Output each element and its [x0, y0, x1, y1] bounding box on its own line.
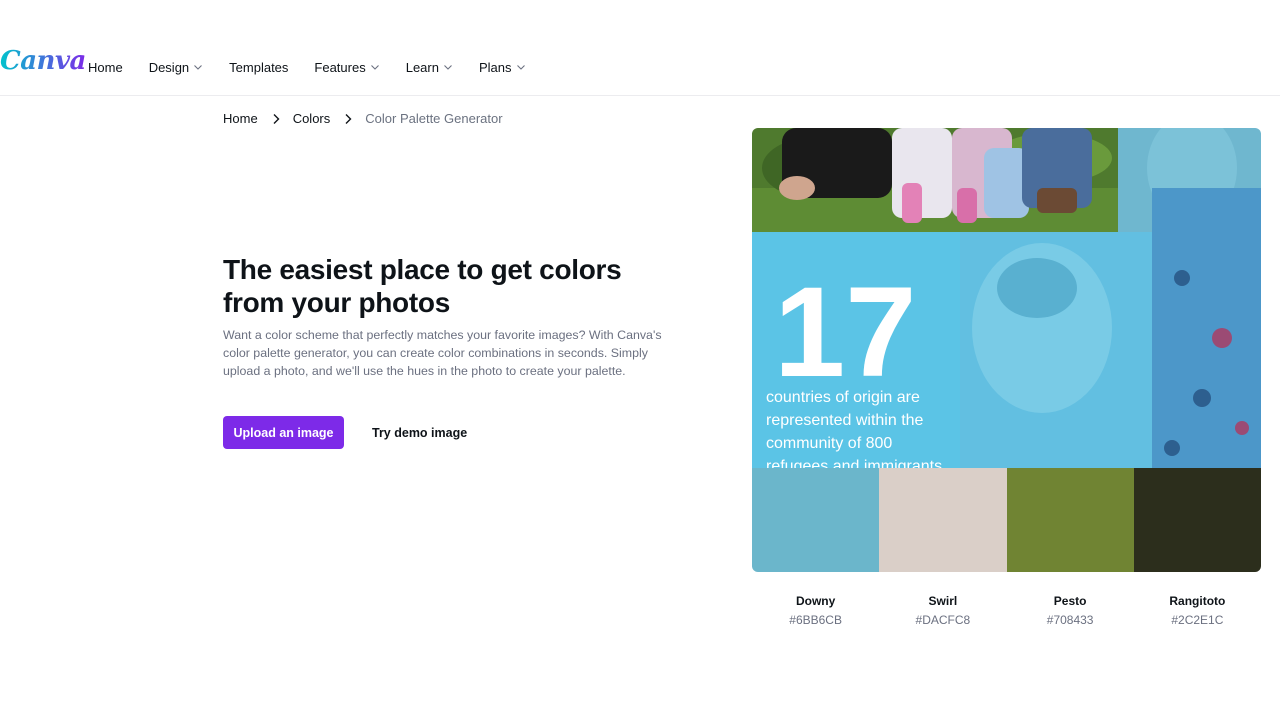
- chevron-right-icon: [273, 113, 280, 124]
- nav-menu: Home Design Templates Features Learn Pla…: [88, 58, 552, 76]
- color-hex[interactable]: #708433: [1007, 611, 1134, 629]
- swatch-downy[interactable]: [752, 468, 880, 572]
- color-name: Rangitoto: [1169, 594, 1226, 608]
- chevron-down-icon: [516, 65, 525, 70]
- color-name: Pesto: [1053, 594, 1087, 608]
- try-demo-image-button[interactable]: Try demo image: [360, 416, 479, 449]
- nav-item-label: Learn: [405, 59, 439, 75]
- palette-label: Rangitoto #2C2E1C: [1134, 593, 1261, 629]
- nav-item-features[interactable]: Features: [314, 58, 379, 76]
- top-nav: Canva Home Design Templates Features Lea…: [0, 0, 1280, 96]
- color-name: Downy: [795, 594, 836, 608]
- nav-item-label: Design: [148, 59, 190, 75]
- nav-item-label: Home: [88, 59, 123, 75]
- nav-item-home[interactable]: Home: [88, 58, 123, 76]
- demo-image-number: 17: [774, 261, 916, 404]
- nav-item-label: Features: [314, 59, 366, 75]
- swatch-rangitoto[interactable]: [1133, 468, 1261, 572]
- swatch-swirl[interactable]: [879, 468, 1007, 572]
- canva-logo[interactable]: Canva: [0, 48, 86, 74]
- hero-description: Want a color scheme that perfectly match…: [223, 328, 662, 378]
- color-hex[interactable]: #DACFC8: [879, 611, 1006, 629]
- swatch-pesto[interactable]: [1006, 468, 1134, 572]
- page-title: The easiest place to get colors from you…: [223, 254, 622, 318]
- chevron-down-icon: [444, 65, 452, 70]
- nav-item-design[interactable]: Design: [149, 58, 203, 76]
- palette-swatches: [752, 468, 1261, 572]
- palette-label: Pesto #708433: [1007, 593, 1134, 629]
- palette-preview-card: 17 countries of origin are represented w…: [752, 128, 1261, 572]
- chevron-down-icon: [194, 65, 203, 70]
- nav-item-learn[interactable]: Learn: [406, 58, 453, 76]
- breadcrumb-home-link[interactable]: Home: [223, 111, 258, 126]
- color-hex[interactable]: #2C2E1C: [1134, 611, 1261, 629]
- breadcrumb: Home Colors Color Palette Generator: [223, 111, 503, 126]
- palette-labels: Downy #6BB6CB Swirl #DACFC8 Pesto #70843…: [752, 593, 1261, 629]
- nav-item-label: Plans: [478, 59, 512, 75]
- breadcrumb-current-page: Color Palette Generator: [365, 111, 503, 126]
- palette-label: Swirl #DACFC8: [879, 593, 1006, 629]
- chevron-down-icon: [370, 65, 379, 70]
- color-name: Swirl: [928, 594, 958, 608]
- nav-item-label: Templates: [229, 59, 289, 75]
- demo-photo: 17 countries of origin are represented w…: [752, 128, 1261, 468]
- nav-item-plans[interactable]: Plans: [479, 58, 526, 76]
- nav-item-templates[interactable]: Templates: [229, 58, 288, 76]
- palette-label: Downy #6BB6CB: [752, 593, 879, 629]
- color-hex[interactable]: #6BB6CB: [752, 611, 879, 629]
- upload-image-button[interactable]: Upload an image: [223, 416, 344, 449]
- chevron-right-icon: [345, 113, 352, 124]
- breadcrumb-colors-link[interactable]: Colors: [293, 111, 331, 126]
